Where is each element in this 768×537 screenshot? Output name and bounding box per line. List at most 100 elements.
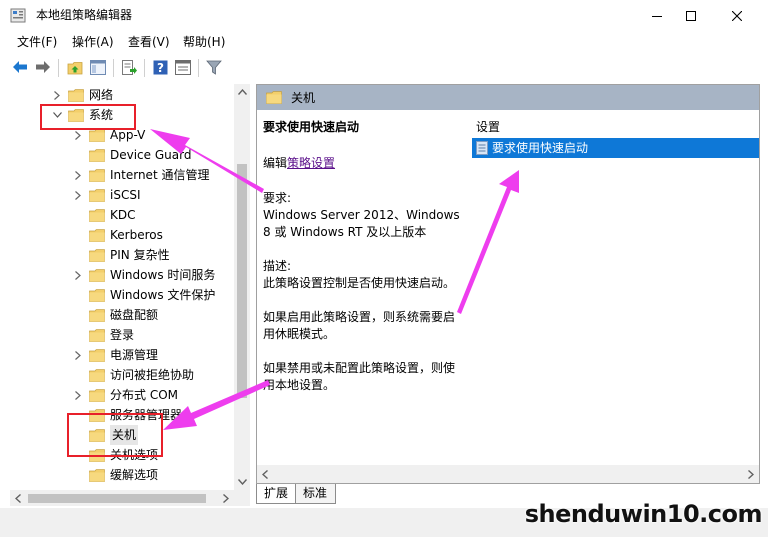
chevron-down-icon bbox=[237, 479, 247, 485]
details-header-title: 关机 bbox=[291, 91, 316, 105]
toolbar-separator bbox=[198, 59, 199, 77]
tree-item[interactable]: 缓解选项 bbox=[10, 465, 234, 485]
menu-help[interactable]: 帮助(H) bbox=[183, 35, 225, 49]
maximize-button[interactable] bbox=[668, 0, 714, 31]
tree-expand-toggle[interactable] bbox=[73, 170, 83, 180]
folder-icon bbox=[89, 129, 105, 142]
scroll-right-button[interactable] bbox=[743, 466, 759, 482]
tree-item[interactable]: 磁盘配额 bbox=[10, 305, 234, 325]
tree-item[interactable]: Internet 通信管理 bbox=[10, 165, 234, 185]
filter-icon bbox=[206, 60, 222, 75]
folder-icon bbox=[89, 249, 105, 262]
folder-icon bbox=[89, 149, 105, 162]
show-hide-tree-button[interactable] bbox=[89, 59, 107, 75]
chevron-right-icon bbox=[75, 130, 81, 140]
tree-expand-toggle[interactable] bbox=[73, 190, 83, 200]
back-arrow-icon bbox=[13, 61, 27, 73]
chevron-right-icon bbox=[75, 190, 81, 200]
policy-description: 要求使用快速启动 编辑策略设置 要求: Windows Server 2012、… bbox=[263, 119, 463, 392]
folder-icon bbox=[89, 329, 105, 342]
tree-item[interactable]: iSCSI bbox=[10, 185, 234, 205]
tree-item-label: Windows 文件保护 bbox=[110, 288, 216, 302]
toolbar-separator bbox=[58, 59, 59, 77]
edit-policy-line: 编辑策略设置 bbox=[263, 155, 335, 172]
tree-horizontal-scroll-thumb[interactable] bbox=[28, 494, 206, 503]
chevron-up-icon bbox=[237, 89, 247, 95]
tree-item[interactable]: 登录 bbox=[10, 325, 234, 345]
chevron-right-icon bbox=[54, 90, 60, 100]
chevron-right-icon bbox=[75, 270, 81, 280]
chevron-right-icon bbox=[75, 170, 81, 180]
tree-expand-toggle[interactable] bbox=[73, 350, 83, 360]
menu-action[interactable]: 操作(A) bbox=[72, 35, 114, 49]
watermark: shenduwin10.com bbox=[524, 500, 763, 528]
help-button[interactable]: ? bbox=[151, 59, 169, 75]
settings-list-item[interactable]: 要求使用快速启动 bbox=[472, 138, 759, 158]
tree-item-label: 访问被拒绝协助 bbox=[110, 368, 195, 382]
policy-settings-link[interactable]: 策略设置 bbox=[287, 156, 335, 170]
edit-prefix: 编辑 bbox=[263, 156, 288, 170]
window-title: 本地组策略编辑器 bbox=[36, 8, 133, 22]
tree-item[interactable]: 电源管理 bbox=[10, 345, 234, 365]
menu-view[interactable]: 查看(V) bbox=[128, 35, 170, 49]
title-bar: 本地组策略编辑器 bbox=[0, 0, 768, 31]
tree-item[interactable]: Windows 时间服务 bbox=[10, 265, 234, 285]
back-button[interactable] bbox=[11, 59, 29, 75]
chevron-right-icon bbox=[75, 350, 81, 360]
folder-icon bbox=[89, 469, 105, 482]
settings-column-header[interactable]: 设置 bbox=[476, 119, 500, 135]
tree-item[interactable]: PIN 复杂性 bbox=[10, 245, 234, 265]
minimize-icon bbox=[652, 15, 662, 17]
tree-item-label: Kerberos bbox=[110, 228, 163, 242]
tree-item-label: 分布式 COM bbox=[110, 388, 178, 402]
group-policy-app-icon bbox=[10, 8, 26, 23]
tree-item[interactable]: 网络 bbox=[10, 85, 234, 105]
up-level-button[interactable] bbox=[66, 59, 84, 75]
scroll-up-button[interactable] bbox=[234, 84, 250, 100]
tree-item-label: 磁盘配额 bbox=[110, 308, 159, 322]
scroll-right-button[interactable] bbox=[218, 490, 234, 506]
tree-item[interactable]: KDC bbox=[10, 205, 234, 225]
folder-icon bbox=[89, 389, 105, 402]
highlight-box-shutdown bbox=[67, 413, 163, 457]
tree-item[interactable]: Kerberos bbox=[10, 225, 234, 245]
tree-item-label: Internet 通信管理 bbox=[110, 168, 210, 182]
requirements-heading: 要求: bbox=[263, 191, 292, 205]
toolbar-separator bbox=[144, 59, 145, 77]
requirements-text: Windows Server 2012、Windows 8 或 Windows … bbox=[263, 208, 460, 239]
scroll-left-button[interactable] bbox=[257, 466, 273, 482]
tree-item[interactable]: Device Guard bbox=[10, 145, 234, 165]
tab-extended[interactable]: 扩展 bbox=[256, 484, 296, 504]
scroll-down-button[interactable] bbox=[234, 474, 250, 490]
menu-file[interactable]: 文件(F) bbox=[17, 35, 57, 49]
tree-expand-toggle[interactable] bbox=[52, 90, 62, 100]
scroll-left-button[interactable] bbox=[10, 490, 26, 506]
export-list-icon bbox=[122, 59, 137, 75]
close-icon bbox=[732, 10, 742, 21]
tree-expand-toggle[interactable] bbox=[73, 390, 83, 400]
tree-item-label: 网络 bbox=[89, 88, 114, 102]
forward-button[interactable] bbox=[34, 59, 52, 75]
folder-icon bbox=[89, 309, 105, 322]
tree-expand-toggle[interactable] bbox=[73, 130, 83, 140]
tree-vertical-scroll-thumb[interactable] bbox=[237, 164, 247, 398]
tree-vertical-scrollbar[interactable] bbox=[234, 84, 250, 490]
tree-item[interactable]: Windows 文件保护 bbox=[10, 285, 234, 305]
tree-expand-toggle[interactable] bbox=[73, 270, 83, 280]
tree-horizontal-scrollbar[interactable] bbox=[10, 490, 234, 506]
export-list-button[interactable] bbox=[120, 59, 138, 75]
policy-title: 要求使用快速启动 bbox=[263, 120, 360, 134]
tree-item[interactable]: 访问被拒绝协助 bbox=[10, 365, 234, 385]
filter-button[interactable] bbox=[205, 59, 223, 75]
chevron-left-icon bbox=[15, 493, 21, 503]
tree-item[interactable]: 分布式 COM bbox=[10, 385, 234, 405]
menu-bar: 文件(F) 操作(A) 查看(V) 帮助(H) bbox=[0, 31, 768, 53]
chevron-right-icon bbox=[75, 390, 81, 400]
maximize-icon bbox=[686, 10, 696, 21]
tab-standard[interactable]: 标准 bbox=[296, 484, 336, 504]
properties-icon bbox=[175, 59, 191, 75]
close-button[interactable] bbox=[714, 0, 760, 31]
properties-button[interactable] bbox=[174, 59, 192, 75]
details-horizontal-scrollbar[interactable] bbox=[257, 465, 759, 483]
tree-item-label: 电源管理 bbox=[110, 348, 159, 362]
